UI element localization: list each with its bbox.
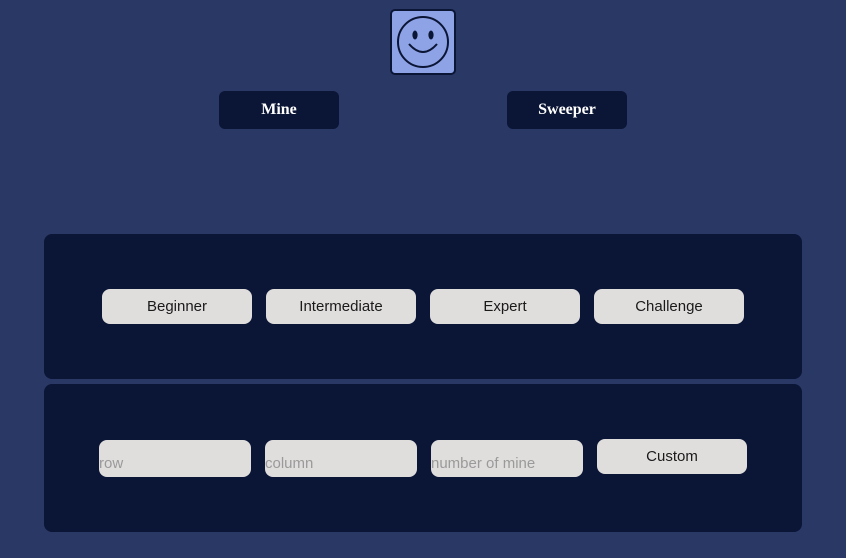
difficulty-panel: Beginner Intermediate Expert Challenge (44, 234, 802, 379)
smiley-face-icon (397, 16, 449, 68)
intermediate-button[interactable]: Intermediate (266, 289, 416, 324)
custom-button[interactable]: Custom (597, 439, 747, 474)
expert-button[interactable]: Expert (430, 289, 580, 324)
sweeper-title-button[interactable]: Sweeper (507, 91, 627, 129)
row-input[interactable] (99, 440, 251, 477)
mines-input[interactable] (431, 440, 583, 477)
mine-title-button[interactable]: Mine (219, 91, 339, 129)
beginner-button[interactable]: Beginner (102, 289, 252, 324)
column-input[interactable] (265, 440, 417, 477)
smiley-reset-button[interactable] (390, 9, 456, 75)
challenge-button[interactable]: Challenge (594, 289, 744, 324)
custom-panel: Custom (44, 384, 802, 532)
